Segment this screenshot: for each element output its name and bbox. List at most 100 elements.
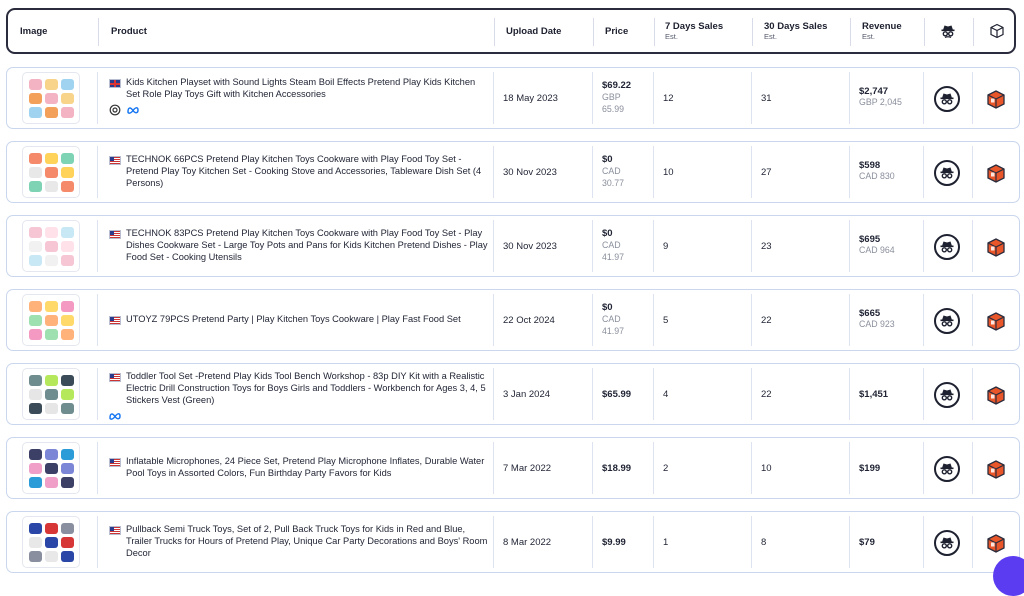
col-revenue-est: Est. xyxy=(862,32,875,41)
spy-button[interactable] xyxy=(934,530,960,556)
country-flag-icon xyxy=(109,458,121,467)
col-upload-date[interactable]: Upload Date xyxy=(506,10,561,52)
product-title[interactable]: TECHNOK 83PCS Pretend Play Kitchen Toys … xyxy=(126,227,488,263)
sales-7days: 1 xyxy=(663,537,669,548)
spy-icon xyxy=(940,93,954,105)
product-image[interactable] xyxy=(22,368,80,420)
store-box-button[interactable] xyxy=(985,532,1007,554)
table-row[interactable]: Pullback Semi Truck Toys, Set of 2, Pull… xyxy=(6,511,1020,573)
col-box xyxy=(989,10,1005,52)
sales-30days: 10 xyxy=(761,463,772,474)
sales-7days: 10 xyxy=(663,167,674,178)
spy-button[interactable] xyxy=(934,308,960,334)
store-box-button[interactable] xyxy=(985,162,1007,184)
price-original: 41.97 xyxy=(602,252,625,262)
table-row[interactable]: Toddler Tool Set -Pretend Play Kids Tool… xyxy=(6,363,1020,425)
product-image[interactable] xyxy=(22,220,80,272)
price-currency: CAD xyxy=(602,314,621,324)
upload-date: 3 Jan 2024 xyxy=(503,389,551,400)
sales-30days: 27 xyxy=(761,167,772,178)
box-icon xyxy=(990,23,1004,39)
product-title[interactable]: Kids Kitchen Playset with Sound Lights S… xyxy=(126,76,488,100)
table-row[interactable]: UTOYZ 79PCS Pretend Party | Play Kitchen… xyxy=(6,289,1020,351)
revenue-cell: $665 CAD 923 xyxy=(859,308,895,329)
table-row[interactable]: TECHNOK 83PCS Pretend Play Kitchen Toys … xyxy=(6,215,1020,277)
table-row[interactable]: TECHNOK 66PCS Pretend Play Kitchen Toys … xyxy=(6,141,1020,203)
product-title[interactable]: Inflatable Microphones, 24 Piece Set, Pr… xyxy=(126,455,488,479)
col-product-label: Product xyxy=(111,25,147,37)
country-flag-icon xyxy=(109,156,121,165)
product-image[interactable] xyxy=(22,516,80,568)
openai-icon xyxy=(109,104,121,116)
col-price[interactable]: Price xyxy=(605,10,628,52)
sales-30days: 31 xyxy=(761,93,772,104)
sales-30days: 8 xyxy=(761,537,767,548)
price-original: 65.99 xyxy=(602,104,625,114)
price-usd: $9.99 xyxy=(602,537,626,548)
upload-date: 8 Mar 2022 xyxy=(503,537,552,548)
spy-icon xyxy=(940,537,954,549)
col-7days-est: Est. xyxy=(665,32,678,41)
meta-icon xyxy=(127,107,139,114)
revenue-usd: $1,451 xyxy=(859,389,889,400)
upload-date: 7 Mar 2022 xyxy=(503,463,552,474)
price-currency: GBP xyxy=(602,92,621,102)
spy-icon xyxy=(940,389,954,401)
product-title[interactable]: TECHNOK 66PCS Pretend Play Kitchen Toys … xyxy=(126,153,488,189)
col-revenue-label: Revenue xyxy=(862,21,902,32)
spy-button[interactable] xyxy=(934,456,960,482)
product-title[interactable]: Toddler Tool Set -Pretend Play Kids Tool… xyxy=(126,370,488,406)
price-cell: $18.99 xyxy=(602,463,631,474)
spy-button[interactable] xyxy=(934,160,960,186)
upload-date: 30 Nov 2023 xyxy=(503,241,557,252)
revenue-cell: $199 xyxy=(859,463,880,474)
revenue-cell: $695 CAD 964 xyxy=(859,234,895,255)
price-usd: $65.99 xyxy=(602,389,632,400)
product-image[interactable] xyxy=(22,146,80,198)
spy-icon xyxy=(941,25,955,39)
revenue-cell: $1,451 xyxy=(859,389,888,400)
revenue-local: GBP 2,045 xyxy=(859,97,902,107)
col-revenue[interactable]: Revenue Est. xyxy=(862,10,902,52)
chat-support-button[interactable] xyxy=(993,556,1024,596)
price-usd: $0 xyxy=(602,228,613,239)
store-box-button[interactable] xyxy=(985,310,1007,332)
product-image[interactable] xyxy=(22,72,80,124)
price-usd: $0 xyxy=(602,302,613,313)
spy-icon xyxy=(940,241,954,253)
price-cell: $65.99 xyxy=(602,389,631,400)
store-box-button[interactable] xyxy=(985,88,1007,110)
shopping-box-icon xyxy=(987,90,1005,109)
spy-button[interactable] xyxy=(934,382,960,408)
shopping-box-icon xyxy=(987,312,1005,331)
sales-7days: 2 xyxy=(663,463,669,474)
table-row[interactable]: Inflatable Microphones, 24 Piece Set, Pr… xyxy=(6,437,1020,499)
sales-7days: 5 xyxy=(663,315,669,326)
col-7days-sales[interactable]: 7 Days Sales Est. xyxy=(665,10,723,52)
revenue-local: CAD 923 xyxy=(859,319,895,329)
price-cell: $0 CAD 30.77 xyxy=(602,154,624,189)
product-image[interactable] xyxy=(22,442,80,494)
col-30days-label: 30 Days Sales xyxy=(764,21,828,32)
revenue-local: CAD 964 xyxy=(859,245,895,255)
spy-button[interactable] xyxy=(934,86,960,112)
product-title[interactable]: UTOYZ 79PCS Pretend Party | Play Kitchen… xyxy=(126,313,488,325)
revenue-usd: $199 xyxy=(859,463,881,474)
price-usd: $18.99 xyxy=(602,463,632,474)
product-title[interactable]: Pullback Semi Truck Toys, Set of 2, Pull… xyxy=(126,523,488,559)
store-box-button[interactable] xyxy=(985,458,1007,480)
col-product[interactable]: Product xyxy=(111,10,147,52)
sales-7days: 4 xyxy=(663,389,669,400)
col-30days-sales[interactable]: 30 Days Sales Est. xyxy=(764,10,827,52)
store-box-button[interactable] xyxy=(985,384,1007,406)
price-cell: $9.99 xyxy=(602,537,626,548)
table-row[interactable]: Kids Kitchen Playset with Sound Lights S… xyxy=(6,67,1020,129)
shopping-box-icon xyxy=(987,238,1005,257)
product-image[interactable] xyxy=(22,294,80,346)
spy-button[interactable] xyxy=(934,234,960,260)
sales-7days: 12 xyxy=(663,93,674,104)
country-flag-icon xyxy=(109,230,121,239)
price-usd: $69.22 xyxy=(602,80,632,91)
spy-icon xyxy=(940,315,954,327)
store-box-button[interactable] xyxy=(985,236,1007,258)
